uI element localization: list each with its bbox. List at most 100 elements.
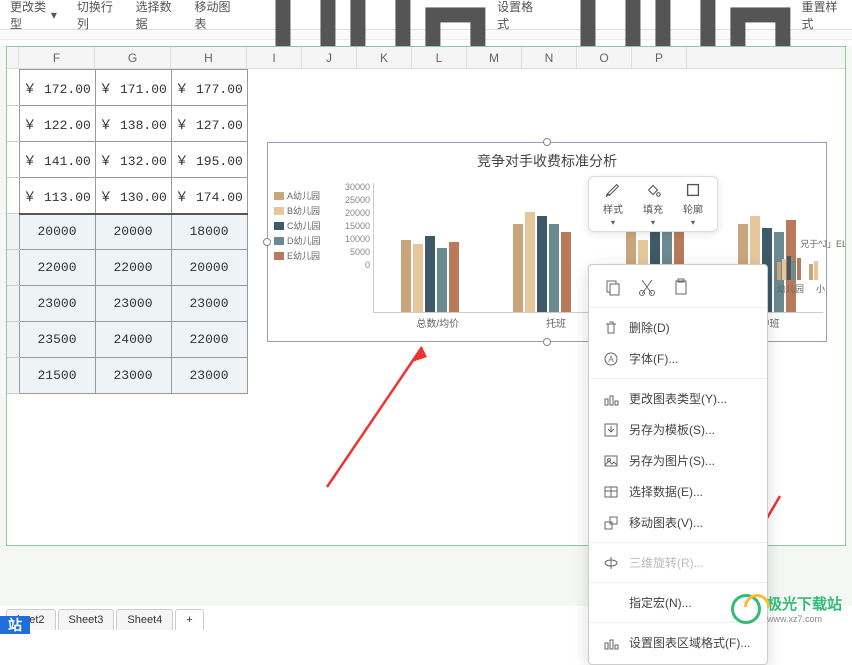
cell[interactable]: ￥ 127.00 [171, 106, 247, 142]
blue-bar-fragment: 站 [0, 616, 30, 634]
col-header[interactable]: M [467, 47, 522, 68]
table-icon [603, 484, 619, 500]
sheet-tabs: heet2 Sheet3 Sheet4 + [6, 609, 204, 630]
col-header[interactable]: K [357, 47, 412, 68]
col-header[interactable]: J [302, 47, 357, 68]
col-header[interactable]: O [577, 47, 632, 68]
chevron-down-icon: ▾ [51, 8, 57, 22]
chart-bar[interactable] [549, 224, 559, 312]
cell[interactable]: 18000 [171, 214, 247, 250]
cell[interactable]: ￥ 195.00 [171, 142, 247, 178]
cell[interactable]: ￥ 177.00 [171, 70, 247, 106]
fill-button[interactable]: 填充▾ [643, 181, 663, 227]
cell[interactable]: 22000 [95, 250, 171, 286]
menu-font[interactable]: A字体(F)... [589, 343, 767, 374]
add-sheet-button[interactable]: + [175, 609, 203, 630]
logo-icon [731, 594, 761, 624]
sheet-tab[interactable]: Sheet3 [58, 609, 115, 630]
cell[interactable]: 24000 [95, 322, 171, 358]
cell[interactable]: 22000 [171, 322, 247, 358]
resize-handle-bottom[interactable] [543, 338, 551, 346]
swap-row-col-button[interactable]: 切换行列 [77, 0, 116, 32]
paint-bucket-icon [644, 181, 662, 199]
chart-bar[interactable] [437, 248, 447, 312]
column-headers: F G H I J K L M N O P [7, 47, 845, 69]
paste-icon[interactable] [671, 277, 691, 297]
move-icon [603, 515, 619, 531]
watermark: 极光下载站 www.xz7.com [731, 593, 842, 624]
col-header[interactable]: I [247, 47, 302, 68]
cell[interactable]: ￥ 138.00 [95, 106, 171, 142]
col-header[interactable]: H [171, 47, 247, 68]
cell[interactable]: 23000 [19, 286, 95, 322]
menu-change-chart-type[interactable]: 更改图表类型(Y)... [589, 383, 767, 414]
cell[interactable]: ￥ 174.00 [171, 178, 247, 214]
copy-icon[interactable] [603, 277, 623, 297]
chart-title[interactable]: 竞争对手收费标准分析 [268, 151, 826, 171]
col-header[interactable]: F [19, 47, 95, 68]
cell[interactable]: 23000 [95, 358, 171, 394]
chart-legend[interactable]: A幼儿园B幼儿园C幼儿园D幼儿园E幼儿园 [274, 189, 321, 264]
sheet-tab[interactable]: Sheet4 [116, 609, 173, 630]
chart-bar[interactable] [513, 224, 523, 312]
trash-icon [603, 320, 619, 336]
change-chart-type-button[interactable]: 更改类型▾ [10, 0, 57, 32]
menu-move-chart[interactable]: 移动图表(V)... [589, 507, 767, 538]
resize-handle-top[interactable] [543, 138, 551, 146]
move-chart-button[interactable]: 移动图表 [194, 0, 233, 32]
menu-format-chart-area[interactable]: 设置图表区域格式(F)... [589, 627, 767, 658]
chart-icon [603, 391, 619, 407]
cell[interactable]: 23000 [171, 358, 247, 394]
resize-handle-left[interactable] [263, 238, 271, 246]
adjacent-chart-fragment: 兄于^J」EL 幼儿园小 [777, 237, 846, 297]
cell[interactable]: 20000 [95, 214, 171, 250]
outline-button[interactable]: 轮廓▾ [683, 181, 703, 227]
cell[interactable]: ￥ 172.00 [19, 70, 95, 106]
chart-bar[interactable] [401, 240, 411, 312]
chart-bar[interactable] [561, 232, 571, 312]
menu-save-as-template[interactable]: 另存为模板(S)... [589, 414, 767, 445]
style-button[interactable]: 样式▾ [603, 181, 623, 227]
cell[interactable]: ￥ 113.00 [19, 178, 95, 214]
col-header[interactable]: G [95, 47, 171, 68]
save-template-icon [603, 422, 619, 438]
chart-bar[interactable] [525, 212, 535, 312]
y-axis-labels: 300002500020000150001000050000 [338, 181, 370, 272]
brush-icon [604, 181, 622, 199]
quick-style-toolbar: 样式▾ 填充▾ 轮廓▾ [588, 176, 718, 232]
font-icon: A [603, 351, 619, 367]
cut-icon[interactable] [637, 277, 657, 297]
menu-select-data[interactable]: 选择数据(E)... [589, 476, 767, 507]
menu-rotate-3d: 三维旋转(R)... [589, 547, 767, 578]
cell[interactable]: ￥ 141.00 [19, 142, 95, 178]
cell[interactable]: 23000 [171, 286, 247, 322]
cell[interactable]: ￥ 132.00 [95, 142, 171, 178]
cell[interactable]: ￥ 130.00 [95, 178, 171, 214]
chart-bar[interactable] [413, 244, 423, 312]
cell[interactable]: 23000 [95, 286, 171, 322]
cell[interactable]: 21500 [19, 358, 95, 394]
rotate-3d-icon [603, 555, 619, 571]
cell[interactable]: 20000 [19, 214, 95, 250]
svg-text:A: A [608, 355, 614, 364]
col-header[interactable]: L [412, 47, 467, 68]
menu-save-as-image[interactable]: 另存为图片(S)... [589, 445, 767, 476]
chevron-down-icon: ▾ [611, 218, 615, 227]
cell[interactable]: ￥ 122.00 [19, 106, 95, 142]
cell[interactable]: 22000 [19, 250, 95, 286]
menu-delete[interactable]: 删除(D) [589, 312, 767, 343]
image-icon [603, 453, 619, 469]
select-data-button[interactable]: 选择数据 [136, 0, 175, 32]
format-chart-icon [603, 635, 619, 651]
cell[interactable]: 23500 [19, 322, 95, 358]
chevron-down-icon: ▾ [691, 218, 695, 227]
col-header[interactable]: P [632, 47, 687, 68]
chart-bar[interactable] [425, 236, 435, 312]
chart-bar[interactable] [449, 242, 459, 312]
chart-bar[interactable] [537, 216, 547, 312]
outline-icon [684, 181, 702, 199]
col-header[interactable]: N [522, 47, 577, 68]
chevron-down-icon: ▾ [651, 218, 655, 227]
cell[interactable]: ￥ 171.00 [95, 70, 171, 106]
cell[interactable]: 20000 [171, 250, 247, 286]
